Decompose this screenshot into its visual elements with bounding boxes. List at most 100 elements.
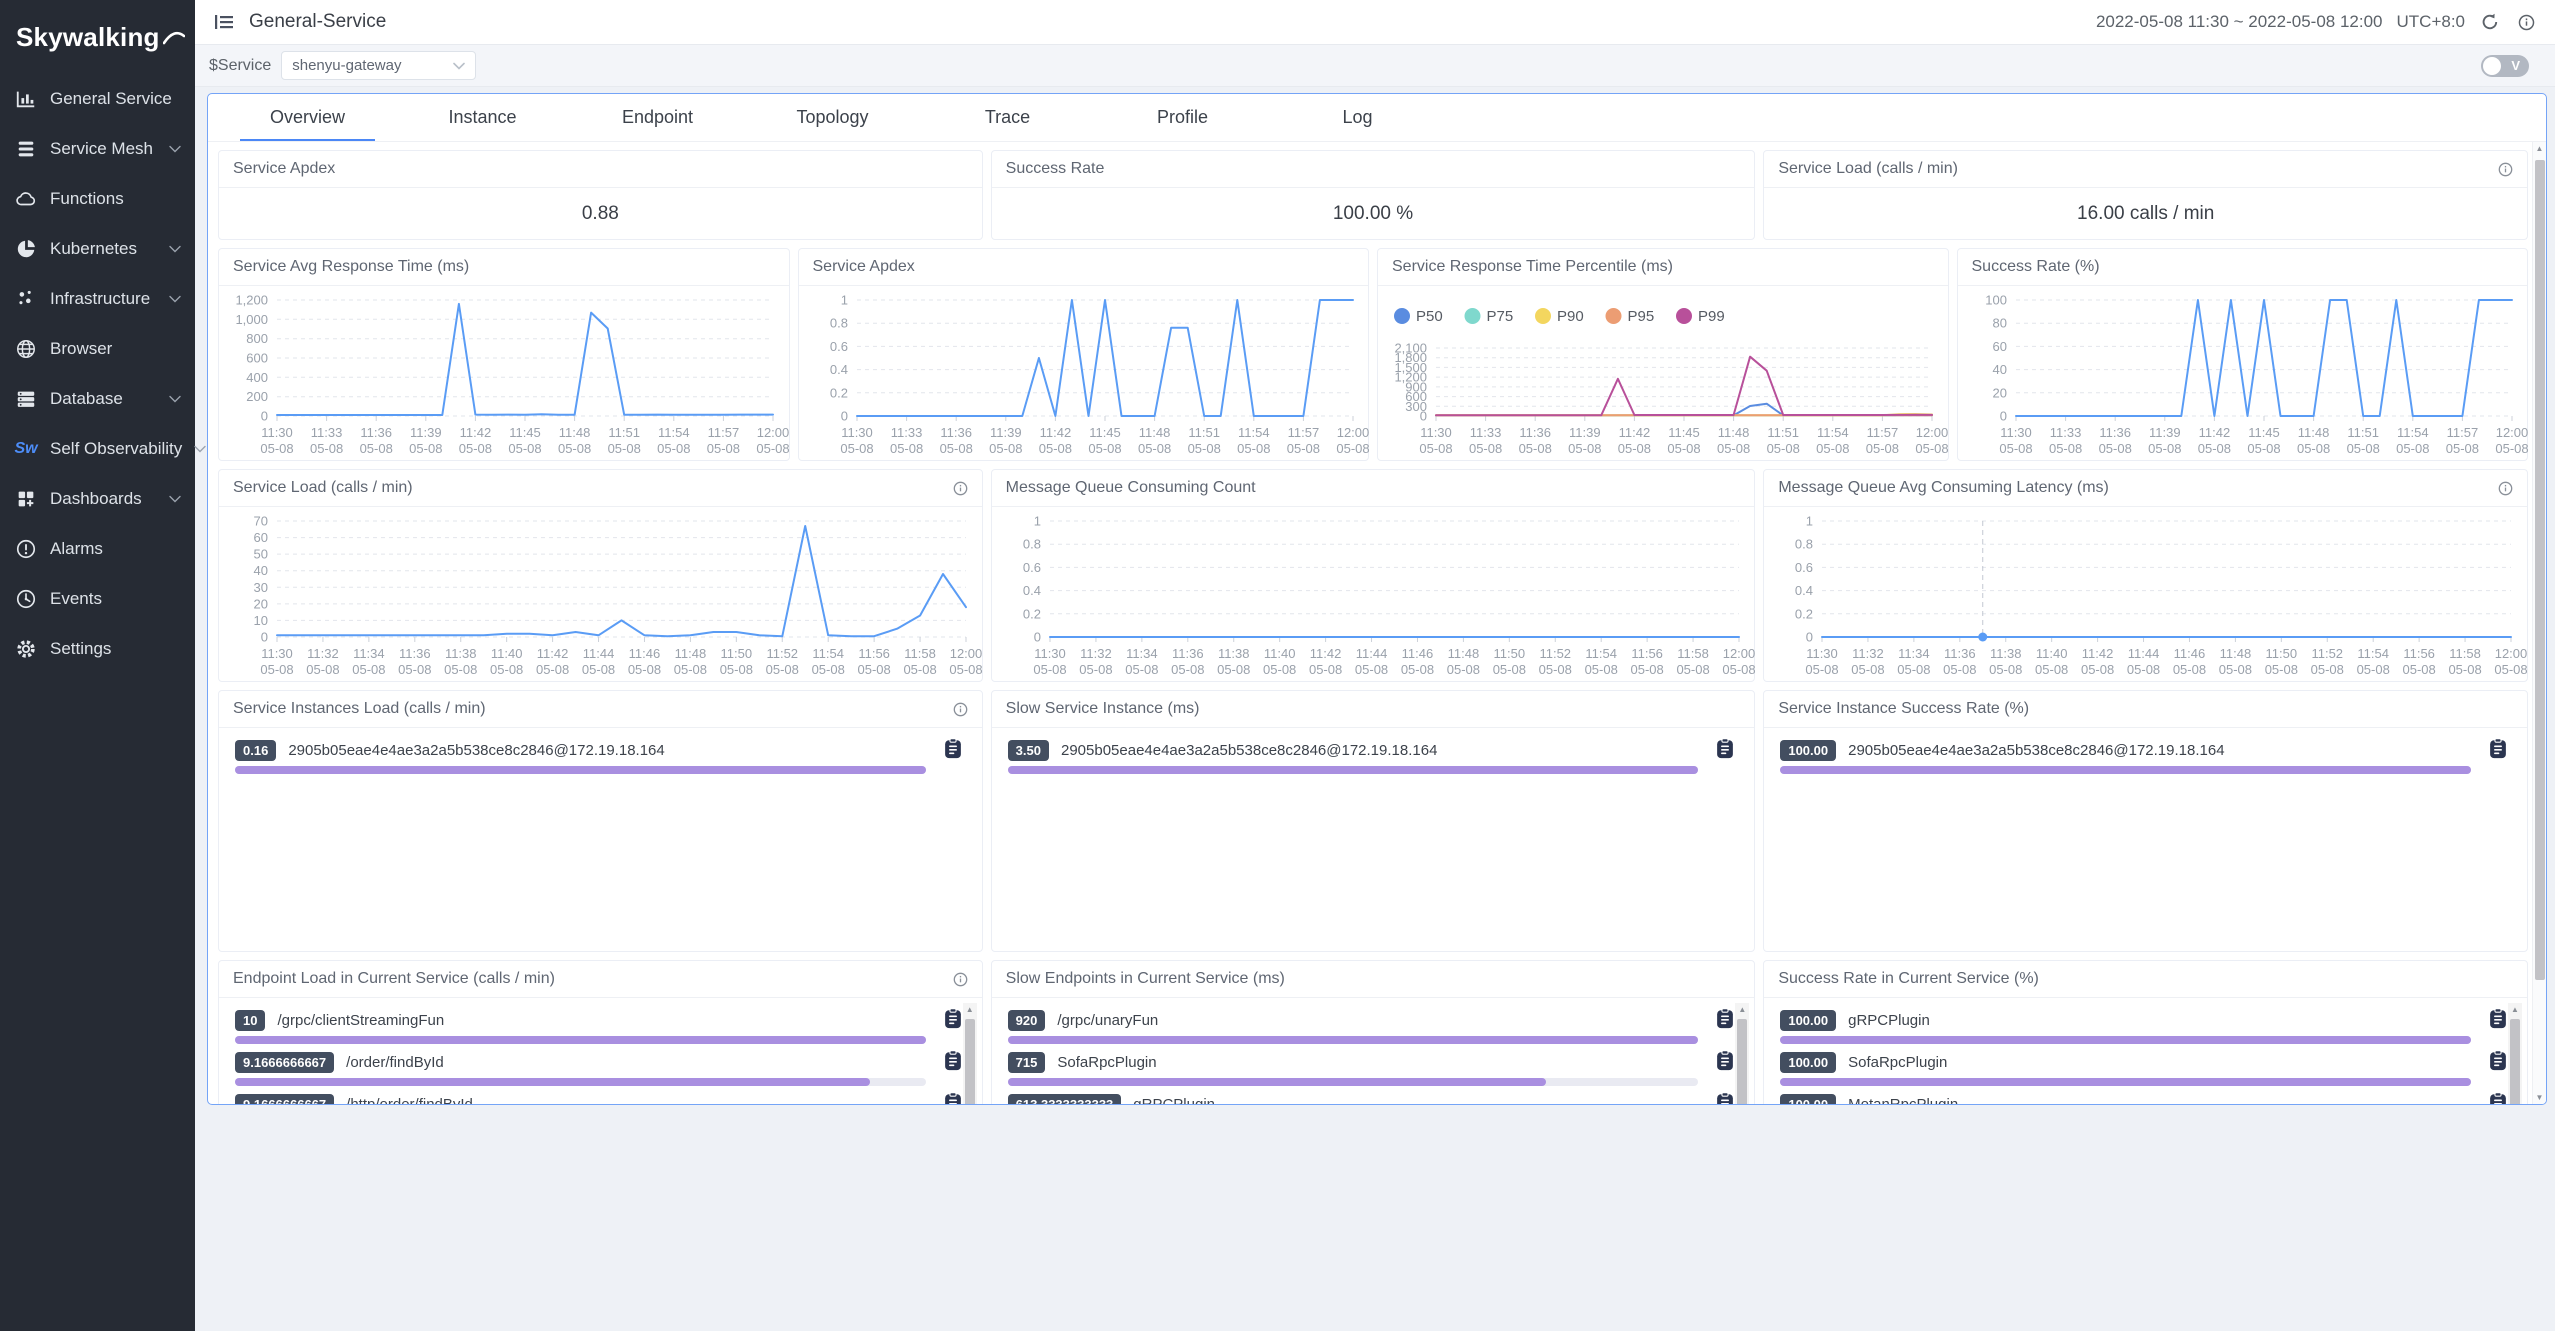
- logo-swoosh-icon: [163, 22, 185, 53]
- svg-text:40: 40: [254, 563, 268, 578]
- line-chart: 00.20.40.60.8111:3005-0811:3305-0811:360…: [799, 286, 1369, 460]
- clipboard-icon[interactable]: [1716, 1092, 1734, 1104]
- sidebar-item-self-observability[interactable]: SwSelf Observability: [0, 424, 195, 474]
- clipboard-icon[interactable]: [2489, 1092, 2507, 1104]
- sidebar-item-browser[interactable]: Browser: [0, 324, 195, 374]
- time-range-picker[interactable]: 2022-05-08 11:30 ~ 2022-05-08 12:00: [2096, 12, 2383, 32]
- clipboard-icon[interactable]: [944, 1008, 962, 1029]
- collapse-menu-icon[interactable]: [213, 11, 235, 33]
- info-icon[interactable]: [953, 972, 968, 987]
- svg-text:05-08: 05-08: [490, 662, 523, 677]
- tab-profile[interactable]: Profile: [1095, 94, 1270, 141]
- sidebar-item-service-mesh[interactable]: Service Mesh: [0, 124, 195, 174]
- clipboard-icon[interactable]: [1716, 1050, 1734, 1071]
- clipboard-icon[interactable]: [2489, 1050, 2507, 1071]
- svg-text:05-08: 05-08: [2127, 662, 2160, 677]
- sidebar-item-kubernetes[interactable]: Kubernetes: [0, 224, 195, 274]
- chart-card: Service Response Time Percentile (ms)030…: [1377, 248, 1949, 461]
- info-icon[interactable]: [953, 702, 968, 717]
- svg-text:11:36: 11:36: [1944, 646, 1976, 661]
- sidebar-item-functions[interactable]: Functions: [0, 174, 195, 224]
- line-chart: 02004006008001,0001,20011:3005-0811:3305…: [219, 286, 789, 460]
- scroll-thumb[interactable]: [1737, 1019, 1747, 1104]
- service-select[interactable]: shenyu-gateway: [281, 51, 476, 80]
- list-body: 100.002905b05eae4e4ae3a2a5b538ce8c2846@1…: [1764, 728, 2527, 951]
- scroll-thumb[interactable]: [2510, 1019, 2520, 1104]
- svg-text:05-08: 05-08: [1538, 662, 1571, 677]
- svg-text:05-08: 05-08: [628, 662, 661, 677]
- svg-text:05-08: 05-08: [2296, 441, 2329, 456]
- clipboard-icon[interactable]: [1716, 1008, 1734, 1029]
- svg-text:0: 0: [1999, 409, 2006, 424]
- sidebar-item-label: Alarms: [50, 539, 103, 559]
- svg-text:05-08: 05-08: [989, 441, 1022, 456]
- svg-text:05-08: 05-08: [1630, 662, 1663, 677]
- sidebar-item-general-service[interactable]: General Service: [0, 74, 195, 124]
- main-scrollbar[interactable]: ▲ ▼: [2532, 142, 2546, 1104]
- scroll-up-icon[interactable]: ▲: [1735, 1003, 1749, 1017]
- grid-icon: [14, 487, 38, 511]
- info-icon[interactable]: [2498, 481, 2513, 496]
- list-scrollbar[interactable]: ▲: [963, 1003, 977, 1104]
- clipboard-icon[interactable]: [2489, 1008, 2507, 1029]
- sidebar-item-database[interactable]: Database: [0, 374, 195, 424]
- item-label: 2905b05eae4e4ae3a2a5b538ce8c2846@172.19.…: [288, 742, 664, 759]
- svg-text:11:42: 11:42: [2198, 425, 2230, 440]
- scroll-thumb[interactable]: [2535, 160, 2545, 980]
- tab-log[interactable]: Log: [1270, 94, 1445, 141]
- svg-text:11:51: 11:51: [608, 425, 640, 440]
- refresh-icon[interactable]: [2479, 11, 2501, 33]
- clipboard-icon[interactable]: [1716, 738, 1734, 759]
- metric-card: Success Rate100.00 %: [991, 150, 1756, 240]
- svg-text:05-08: 05-08: [840, 441, 873, 456]
- svg-text:11:52: 11:52: [766, 646, 798, 661]
- svg-text:11:57: 11:57: [708, 425, 740, 440]
- tab-endpoint[interactable]: Endpoint: [570, 94, 745, 141]
- list-card: Slow Endpoints in Current Service (ms)92…: [991, 960, 1756, 1104]
- dots-icon: [14, 287, 38, 311]
- list-item: 0.162905b05eae4e4ae3a2a5b538ce8c2846@172…: [235, 738, 966, 774]
- tab-instance[interactable]: Instance: [395, 94, 570, 141]
- svg-text:05-08: 05-08: [1309, 662, 1342, 677]
- scroll-thumb[interactable]: [965, 1019, 975, 1104]
- svg-text:05-08: 05-08: [1088, 441, 1121, 456]
- scroll-down-icon[interactable]: ▼: [2533, 1093, 2546, 1102]
- page-title: General-Service: [249, 11, 386, 33]
- tab-trace[interactable]: Trace: [920, 94, 1095, 141]
- dashboard-tabs: OverviewInstanceEndpointTopologyTracePro…: [208, 94, 2546, 142]
- svg-text:P75: P75: [1487, 308, 1514, 325]
- sidebar-item-settings[interactable]: Settings: [0, 624, 195, 674]
- clipboard-icon[interactable]: [2489, 738, 2507, 759]
- sidebar-item-alarms[interactable]: Alarms: [0, 524, 195, 574]
- scroll-up-icon[interactable]: ▲: [963, 1003, 977, 1017]
- sidebar-item-events[interactable]: Events: [0, 574, 195, 624]
- svg-text:11:57: 11:57: [1287, 425, 1319, 440]
- svg-text:20: 20: [1992, 385, 2006, 400]
- clipboard-icon[interactable]: [944, 1092, 962, 1104]
- scroll-up-icon[interactable]: ▲: [2533, 144, 2546, 153]
- info-icon[interactable]: [2498, 162, 2513, 177]
- svg-text:11:58: 11:58: [2450, 646, 2482, 661]
- tab-overview[interactable]: Overview: [220, 94, 395, 141]
- info-icon[interactable]: [2515, 11, 2537, 33]
- svg-text:0.6: 0.6: [829, 339, 847, 354]
- list-scrollbar[interactable]: ▲: [1735, 1003, 1749, 1104]
- list-scrollbar[interactable]: ▲: [2508, 1003, 2522, 1104]
- sidebar: Skywalking General ServiceService MeshFu…: [0, 0, 195, 1331]
- clipboard-icon[interactable]: [944, 1050, 962, 1071]
- tab-topology[interactable]: Topology: [745, 94, 920, 141]
- app-logo[interactable]: Skywalking: [0, 0, 195, 74]
- sidebar-item-infrastructure[interactable]: Infrastructure: [0, 274, 195, 324]
- info-icon[interactable]: [953, 481, 968, 496]
- svg-text:05-08: 05-08: [1676, 662, 1709, 677]
- list-body: 10/grpc/clientStreamingFun9.1666666667/o…: [219, 998, 982, 1104]
- endpoint-list-row: Endpoint Load in Current Service (calls …: [218, 960, 2528, 1104]
- line-chart: 00.20.40.60.8111:3005-0811:3205-0811:340…: [992, 507, 1755, 681]
- database-icon: [14, 387, 38, 411]
- scroll-up-icon[interactable]: ▲: [2508, 1003, 2522, 1017]
- metric-card-row: Service Apdex0.88Success Rate100.00 %Ser…: [218, 150, 2528, 240]
- version-toggle[interactable]: V: [2481, 55, 2529, 77]
- clipboard-icon[interactable]: [944, 738, 962, 759]
- sidebar-item-dashboards[interactable]: Dashboards: [0, 474, 195, 524]
- svg-text:05-08: 05-08: [949, 662, 982, 677]
